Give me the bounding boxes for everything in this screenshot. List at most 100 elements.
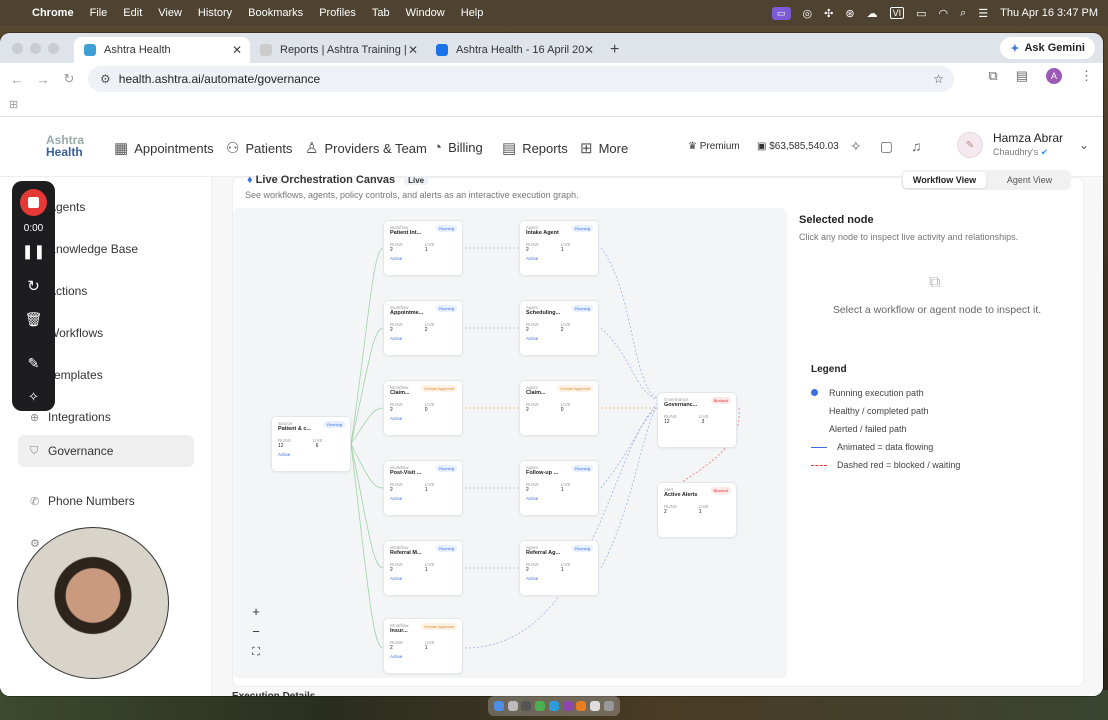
chrome-menu-icon[interactable]: ⋮: [1080, 68, 1093, 84]
restart-icon[interactable]: ↻: [18, 277, 49, 295]
sidebar-item-governance[interactable]: ⛉ Governance: [18, 435, 194, 467]
workflow-node-insurance[interactable]: Workflow Insur... Human Approval RUNS LIVE 2 1…: [383, 618, 463, 674]
workflow-node-referral[interactable]: Workflow Referral M... Running RUNS LIVE 2 1 Ac…: [383, 540, 463, 596]
menu-history[interactable]: History: [198, 7, 232, 19]
dock-app-icon[interactable]: [562, 701, 573, 711]
dock-app-icon[interactable]: [590, 701, 601, 711]
back-icon[interactable]: ←: [4, 72, 30, 87]
webcam-bubble[interactable]: [17, 527, 169, 679]
menu-edit[interactable]: Edit: [123, 7, 142, 19]
sparkle-icon[interactable]: ✧: [850, 138, 862, 155]
premium-badge[interactable]: ♛ Premium: [688, 141, 740, 152]
profile-avatar[interactable]: A: [1046, 68, 1062, 84]
node-status-pill: Blocked: [710, 487, 731, 494]
status-icon[interactable]: ◎: [803, 7, 813, 20]
nav-more[interactable]: ⊞ More: [580, 139, 628, 157]
trash-icon[interactable]: 🗑: [18, 311, 49, 328]
extensions-icon[interactable]: ⧉: [988, 68, 997, 84]
dock-app-icon[interactable]: [521, 701, 532, 711]
tab-ashtra-april[interactable]: Ashtra Health - 16 April 2026 ✕: [426, 37, 602, 63]
close-tab-icon[interactable]: ✕: [232, 43, 242, 57]
menu-app-chrome[interactable]: Chrome: [32, 7, 74, 19]
forward-icon[interactable]: →: [30, 72, 56, 87]
source-node[interactable]: Source Patient & c... Running RUNS LIVE 12 6 Ac…: [271, 416, 351, 472]
input-method-badge[interactable]: VI: [889, 7, 905, 19]
menu-window[interactable]: Window: [406, 7, 445, 19]
agent-node-follow-up[interactable]: Agent Follow-up ... Running RUNS LIVE 2 1 Activ…: [519, 460, 599, 516]
tab-reports[interactable]: Reports | Ashtra Training | As ✕: [250, 37, 426, 63]
dock-app-icon[interactable]: [493, 701, 504, 711]
agent-node-referral[interactable]: Agent Referral Ag... Running RUNS LIVE 2 1 Acti…: [519, 540, 599, 596]
execution-graph[interactable]: Source Patient & c... Running RUNS LIVE 12 6 Ac…: [233, 208, 787, 678]
dock-app-icon[interactable]: [576, 701, 587, 711]
agent-node-intake[interactable]: Agent Intake Agent Running RUNS LIVE 2 1 Active: [519, 220, 599, 276]
workflow-node-patient-intake[interactable]: Workflow Patient Int... Running RUNS LIVE 2 1 A…: [383, 220, 463, 276]
menu-help[interactable]: Help: [461, 7, 484, 19]
menu-bookmarks[interactable]: Bookmarks: [248, 7, 303, 19]
fit-view-button[interactable]: ⛶: [248, 646, 264, 662]
governance-node[interactable]: Governance Governanc... Blocked RUNS LIVE 12 3: [657, 392, 737, 448]
menu-tab[interactable]: Tab: [372, 7, 390, 19]
menu-profiles[interactable]: Profiles: [319, 7, 356, 19]
workflow-node-post-visit[interactable]: Workflow Post-Visit ... Running RUNS LIVE 2 1 A…: [383, 460, 463, 516]
header-actions: ✧ ▢ ♫: [850, 138, 921, 155]
billing-icon: ◔: [433, 139, 443, 156]
agent-node-scheduling[interactable]: Agent Scheduling... Running RUNS LIVE 2 2 Activ…: [519, 300, 599, 356]
nav-patients[interactable]: ⚇ Patients: [226, 139, 292, 157]
menu-file[interactable]: File: [90, 7, 108, 19]
dock-app-icon[interactable]: [507, 701, 518, 711]
wifi-icon[interactable]: ◠: [939, 7, 949, 20]
nav-providers-team[interactable]: ♙ Providers & Team: [305, 139, 427, 157]
pen-icon[interactable]: ✎: [18, 355, 49, 372]
close-tab-icon[interactable]: ✕: [408, 43, 418, 57]
effects-icon[interactable]: ✧: [18, 389, 49, 405]
agent-node-claim[interactable]: Agent Claim... Human Approval RUNS LIVE 2 0: [519, 380, 599, 436]
control-center-icon[interactable]: ☰: [978, 7, 988, 20]
clock[interactable]: Thu Apr 16 3:47 PM: [1000, 7, 1098, 19]
nav-appointments[interactable]: ▦ Appointments: [114, 139, 214, 157]
bell-icon[interactable]: ♫: [911, 138, 922, 155]
zoom-out-button[interactable]: −: [248, 624, 264, 640]
site-info-icon[interactable]: ⚙: [100, 72, 111, 86]
cloud-icon[interactable]: ☁: [867, 7, 878, 20]
tab-ashtra-health[interactable]: Ashtra Health ✕: [74, 37, 250, 63]
dock-app-icon[interactable]: [604, 701, 614, 711]
search-icon[interactable]: ⌕: [960, 7, 966, 20]
user-menu[interactable]: ✎ Hamza Abrar Chaudhry's ✔ ⌄: [957, 131, 1089, 159]
nav-billing[interactable]: ◔ Billing: [433, 139, 483, 156]
chat-icon[interactable]: ▢: [880, 138, 893, 155]
screen-record-icon[interactable]: ▭: [772, 6, 791, 20]
ashtra-logo[interactable]: Ashtra Health: [46, 134, 96, 158]
side-panel-icon[interactable]: ▤: [1016, 68, 1028, 84]
node-title: Referral Ag...: [526, 550, 561, 556]
status-icon[interactable]: ⊛: [845, 7, 854, 20]
apps-grid-icon[interactable]: ⊞: [9, 98, 18, 111]
workflow-node-claim[interactable]: Workflow Claim... Human Approval RUNS LIVE 2 0…: [383, 380, 463, 436]
sidebar-item-phone-numbers[interactable]: ✆ Phone Numbers: [18, 485, 194, 517]
zoom-in-button[interactable]: +: [248, 604, 264, 620]
node-title: Post-Visit ...: [390, 470, 422, 476]
dock-app-icon[interactable]: [535, 701, 546, 711]
bookmark-star-icon[interactable]: ☆: [933, 72, 944, 86]
close-tab-icon[interactable]: ✕: [584, 43, 594, 57]
status-icon[interactable]: ✣: [824, 7, 833, 20]
stop-recording-button[interactable]: [20, 189, 47, 216]
menu-view[interactable]: View: [158, 7, 182, 19]
url-field[interactable]: ⚙ health.ashtra.ai/automate/governance ☆: [88, 66, 954, 92]
alert-node[interactable]: Alert Active Alerts Blocked RUNS LIVE 2 1: [657, 482, 737, 538]
sidebar-item-label: Knowledge Base: [48, 242, 139, 256]
nav-reports[interactable]: ▤ Reports: [502, 139, 568, 157]
workflow-view-button[interactable]: Workflow View: [903, 172, 986, 188]
dock-app-icon[interactable]: [548, 701, 559, 711]
new-tab-icon[interactable]: +: [610, 41, 619, 59]
panel-subtitle: Click any node to inspect live activity …: [799, 232, 1019, 242]
node-runs: 2: [526, 567, 529, 573]
workflow-node-appointment[interactable]: Workflow Appointme... Running RUNS LIVE 2 2 Act…: [383, 300, 463, 356]
wallet-balance[interactable]: ▣ $63,585,540.03: [757, 141, 839, 152]
ask-gemini-button[interactable]: ✦ Ask Gemini: [1000, 37, 1095, 59]
reload-icon[interactable]: ↻: [56, 71, 82, 87]
traffic-lights[interactable]: [12, 43, 59, 54]
agent-view-button[interactable]: Agent View: [988, 170, 1071, 190]
battery-icon[interactable]: ▭: [916, 7, 926, 20]
pause-icon[interactable]: ❚❚: [18, 243, 49, 260]
